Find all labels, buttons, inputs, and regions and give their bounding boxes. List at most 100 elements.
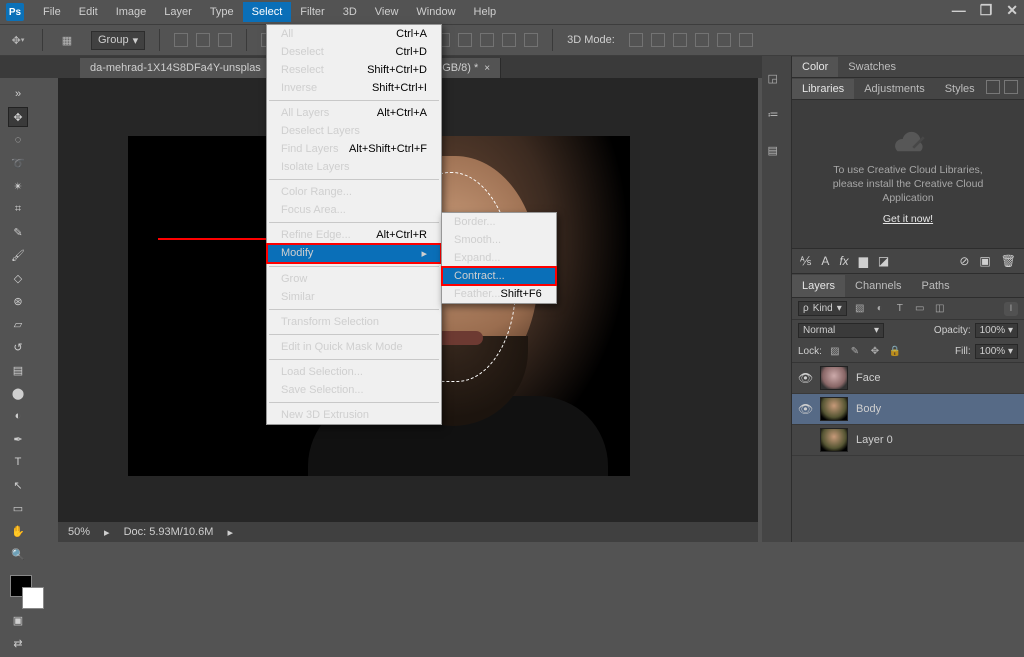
layer-name[interactable]: Layer 0: [856, 434, 893, 446]
quick-mask-icon[interactable]: ▣: [8, 610, 28, 630]
zoom-tool[interactable]: 🔍: [8, 544, 28, 564]
menu-3d[interactable]: 3D: [334, 2, 366, 22]
move-tool[interactable]: ✥: [8, 107, 28, 127]
submenu-contract-[interactable]: Contract...: [442, 267, 556, 285]
layer-name[interactable]: Face: [856, 372, 880, 384]
layer-thumbnail[interactable]: [820, 366, 848, 390]
dodge-tool[interactable]: ◐: [8, 406, 28, 426]
menuitem-all-layers[interactable]: All LayersAlt+Ctrl+A: [267, 104, 441, 122]
list-view-icon[interactable]: [1004, 80, 1018, 94]
blur-tool[interactable]: ⬤: [8, 383, 28, 403]
lock-move-icon[interactable]: ✥: [868, 345, 882, 359]
lock-transparency-icon[interactable]: ▨: [828, 345, 842, 359]
history-brush-tool[interactable]: ↺: [8, 337, 28, 357]
expand-tool-icon[interactable]: »: [8, 84, 28, 104]
visibility-icon[interactable]: 👁: [798, 402, 812, 416]
menuitem-similar[interactable]: Similar: [267, 288, 441, 306]
menuitem-all[interactable]: AllCtrl+A: [267, 25, 441, 43]
3d-mode-icons[interactable]: [629, 33, 753, 47]
opacity-value[interactable]: 100% ▾: [975, 323, 1018, 338]
submenu-feather-[interactable]: Feather...Shift+F6: [442, 285, 556, 303]
hand-tool[interactable]: ✋: [8, 521, 28, 541]
path-tool[interactable]: ↖: [8, 475, 28, 495]
layer-row[interactable]: 👁 Body: [792, 394, 1024, 425]
filter-adjust-icon[interactable]: ◐: [873, 302, 887, 316]
add-style-icon[interactable]: ⅍: [800, 254, 811, 268]
layer-filter-dropdown[interactable]: ρKind▾: [798, 301, 847, 316]
brush-tool[interactable]: 🖌: [8, 245, 28, 265]
menu-file[interactable]: File: [34, 2, 70, 22]
tab-styles[interactable]: Styles: [935, 79, 985, 99]
tab-swatches[interactable]: Swatches: [838, 57, 906, 77]
align-icons[interactable]: [174, 33, 232, 47]
color-swatch[interactable]: [8, 573, 50, 607]
menuitem-color-range-[interactable]: Color Range...: [267, 183, 441, 201]
close-tab-icon[interactable]: ×: [484, 63, 490, 74]
tab-libraries[interactable]: Libraries: [792, 79, 854, 99]
menu-layer[interactable]: Layer: [155, 2, 201, 22]
menu-filter[interactable]: Filter: [291, 2, 333, 22]
menu-image[interactable]: Image: [107, 2, 156, 22]
menuitem-modify[interactable]: Modify▸: [267, 244, 441, 263]
lasso-tool[interactable]: ➰: [8, 153, 28, 173]
background-color[interactable]: [22, 587, 44, 609]
filter-type-icon[interactable]: T: [893, 302, 907, 316]
menuitem-grow[interactable]: Grow: [267, 270, 441, 288]
gradient-tool[interactable]: ▤: [8, 360, 28, 380]
grid-view-icon[interactable]: [986, 80, 1000, 94]
menuitem-refine-edge-[interactable]: Refine Edge...Alt+Ctrl+R: [267, 226, 441, 244]
menu-window[interactable]: Window: [407, 2, 464, 22]
filter-shape-icon[interactable]: ▭: [913, 302, 927, 316]
menu-view[interactable]: View: [366, 2, 408, 22]
crop-tool[interactable]: ⌗: [8, 199, 28, 219]
shape-tool[interactable]: ▭: [8, 498, 28, 518]
menuitem-new-3d-extrusion[interactable]: New 3D Extrusion: [267, 406, 441, 424]
blend-mode-dropdown[interactable]: Normal▾: [798, 323, 884, 338]
screen-mode-icon[interactable]: ⇄: [8, 633, 28, 653]
tab-layers[interactable]: Layers: [792, 275, 845, 297]
layer-row[interactable]: Layer 0: [792, 425, 1024, 456]
menuitem-focus-area-[interactable]: Focus Area...: [267, 201, 441, 219]
auto-select-icon[interactable]: ▦: [57, 30, 77, 50]
tab-paths[interactable]: Paths: [912, 275, 960, 297]
close-button[interactable]: ✕: [1006, 2, 1018, 19]
history-icon[interactable]: ◲: [768, 72, 786, 90]
layer-name[interactable]: Body: [856, 403, 881, 415]
delete-icon[interactable]: 🗑: [1001, 254, 1016, 268]
menu-type[interactable]: Type: [201, 2, 243, 22]
info-icon[interactable]: ▤: [768, 144, 786, 162]
menu-edit[interactable]: Edit: [70, 2, 107, 22]
menu-select[interactable]: Select: [243, 2, 292, 22]
menuitem-inverse[interactable]: InverseShift+Ctrl+I: [267, 79, 441, 97]
filter-toggle[interactable]: ⏽: [1004, 302, 1018, 316]
visibility-icon[interactable]: 👁: [798, 371, 812, 385]
tab-adjustments[interactable]: Adjustments: [854, 79, 935, 99]
menuitem-isolate-layers[interactable]: Isolate Layers: [267, 158, 441, 176]
auto-select-dropdown[interactable]: Group▾: [91, 31, 145, 50]
lasso-poly-tool[interactable]: ◇: [8, 268, 28, 288]
quick-select-tool[interactable]: ✴: [8, 176, 28, 196]
marquee-tool[interactable]: ◌: [8, 130, 28, 150]
layer-thumbnail[interactable]: [820, 428, 848, 452]
minimize-button[interactable]: —: [952, 2, 966, 19]
submenu-border-[interactable]: Border...: [442, 213, 556, 231]
fill-value[interactable]: 100% ▾: [975, 344, 1018, 359]
type-tool[interactable]: T: [8, 452, 28, 472]
lock-paint-icon[interactable]: ✎: [848, 345, 862, 359]
menu-help[interactable]: Help: [465, 2, 506, 22]
eraser-tool[interactable]: ▱: [8, 314, 28, 334]
properties-icon[interactable]: ≔: [768, 108, 786, 126]
libraries-link[interactable]: Get it now!: [883, 213, 933, 225]
clone-tool[interactable]: ⊛: [8, 291, 28, 311]
lock-all-icon[interactable]: 🔒: [888, 345, 902, 359]
maximize-button[interactable]: ❐: [980, 2, 993, 19]
new-icon[interactable]: ▣: [979, 254, 990, 268]
tab-document-1[interactable]: da-mehrad-1X14S8DFa4Y-unsplas×: [80, 58, 284, 78]
menuitem-find-layers[interactable]: Find LayersAlt+Shift+Ctrl+F: [267, 140, 441, 158]
menuitem-transform-selection[interactable]: Transform Selection: [267, 313, 441, 331]
submenu-smooth-[interactable]: Smooth...: [442, 231, 556, 249]
zoom-level[interactable]: 50%: [68, 526, 90, 538]
filter-smart-icon[interactable]: ◫: [933, 302, 947, 316]
filter-image-icon[interactable]: ▧: [853, 302, 867, 316]
menuitem-deselect-layers[interactable]: Deselect Layers: [267, 122, 441, 140]
